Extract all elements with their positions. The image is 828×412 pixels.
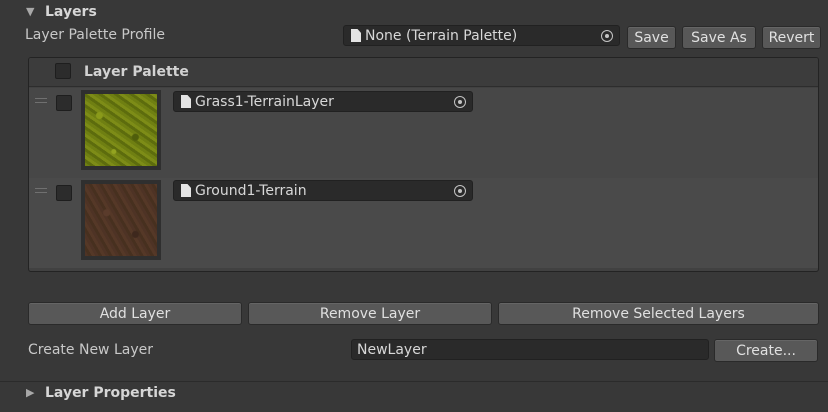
drag-handle-icon[interactable] xyxy=(35,98,47,103)
create-layer-label: Create New Layer xyxy=(28,342,153,358)
object-picker-icon[interactable] xyxy=(601,30,613,42)
create-button[interactable]: Create... xyxy=(714,339,818,362)
layer-name: Ground1-Terrain xyxy=(195,182,307,199)
palette-header-title: Layer Palette xyxy=(84,64,189,80)
layer-properties-title: Layer Properties xyxy=(45,384,176,401)
add-layer-button[interactable]: Add Layer xyxy=(28,302,242,325)
layer-row[interactable]: Ground1-Terrain xyxy=(29,178,818,268)
triangle-down-icon: ▼ xyxy=(26,5,35,18)
layer-row[interactable]: Grass1-TerrainLayer xyxy=(29,88,818,178)
remove-selected-layers-button[interactable]: Remove Selected Layers xyxy=(498,302,819,325)
save-as-button[interactable]: Save As xyxy=(682,26,756,49)
object-picker-icon[interactable] xyxy=(454,96,466,108)
profile-label: Layer Palette Profile xyxy=(25,27,165,43)
layer-thumbnail xyxy=(81,180,161,260)
layer-asset-field[interactable]: Grass1-TerrainLayer xyxy=(173,91,473,112)
ground-texture xyxy=(85,184,157,256)
triangle-right-icon: ▶ xyxy=(26,385,35,399)
drag-handle-icon[interactable] xyxy=(35,188,47,193)
layer-checkbox[interactable] xyxy=(56,95,72,111)
object-picker-icon[interactable] xyxy=(454,185,466,197)
layer-palette-list: Layer Palette Grass1-TerrainLayer Ground… xyxy=(28,57,819,272)
new-layer-name-value: NewLayer xyxy=(357,341,427,358)
layer-asset-field[interactable]: Ground1-Terrain xyxy=(173,180,473,201)
document-icon xyxy=(181,184,191,197)
grass-texture xyxy=(85,94,157,166)
save-button[interactable]: Save xyxy=(627,26,676,49)
profile-value: None (Terrain Palette) xyxy=(365,27,518,44)
layer-properties-foldout[interactable]: ▶ Layer Properties xyxy=(0,381,828,403)
revert-button[interactable]: Revert xyxy=(762,26,821,49)
layer-name: Grass1-TerrainLayer xyxy=(195,93,334,110)
layer-thumbnail xyxy=(81,90,161,170)
document-icon xyxy=(351,29,361,42)
profile-field[interactable]: None (Terrain Palette) xyxy=(343,25,620,46)
layers-title: Layers xyxy=(45,4,97,20)
layers-foldout[interactable]: ▼ Layers xyxy=(0,1,828,23)
document-icon xyxy=(181,95,191,108)
remove-layer-button[interactable]: Remove Layer xyxy=(248,302,492,325)
select-all-checkbox[interactable] xyxy=(55,63,71,79)
palette-header: Layer Palette xyxy=(29,58,818,87)
layer-checkbox[interactable] xyxy=(56,185,72,201)
new-layer-name-input[interactable]: NewLayer xyxy=(351,339,709,360)
